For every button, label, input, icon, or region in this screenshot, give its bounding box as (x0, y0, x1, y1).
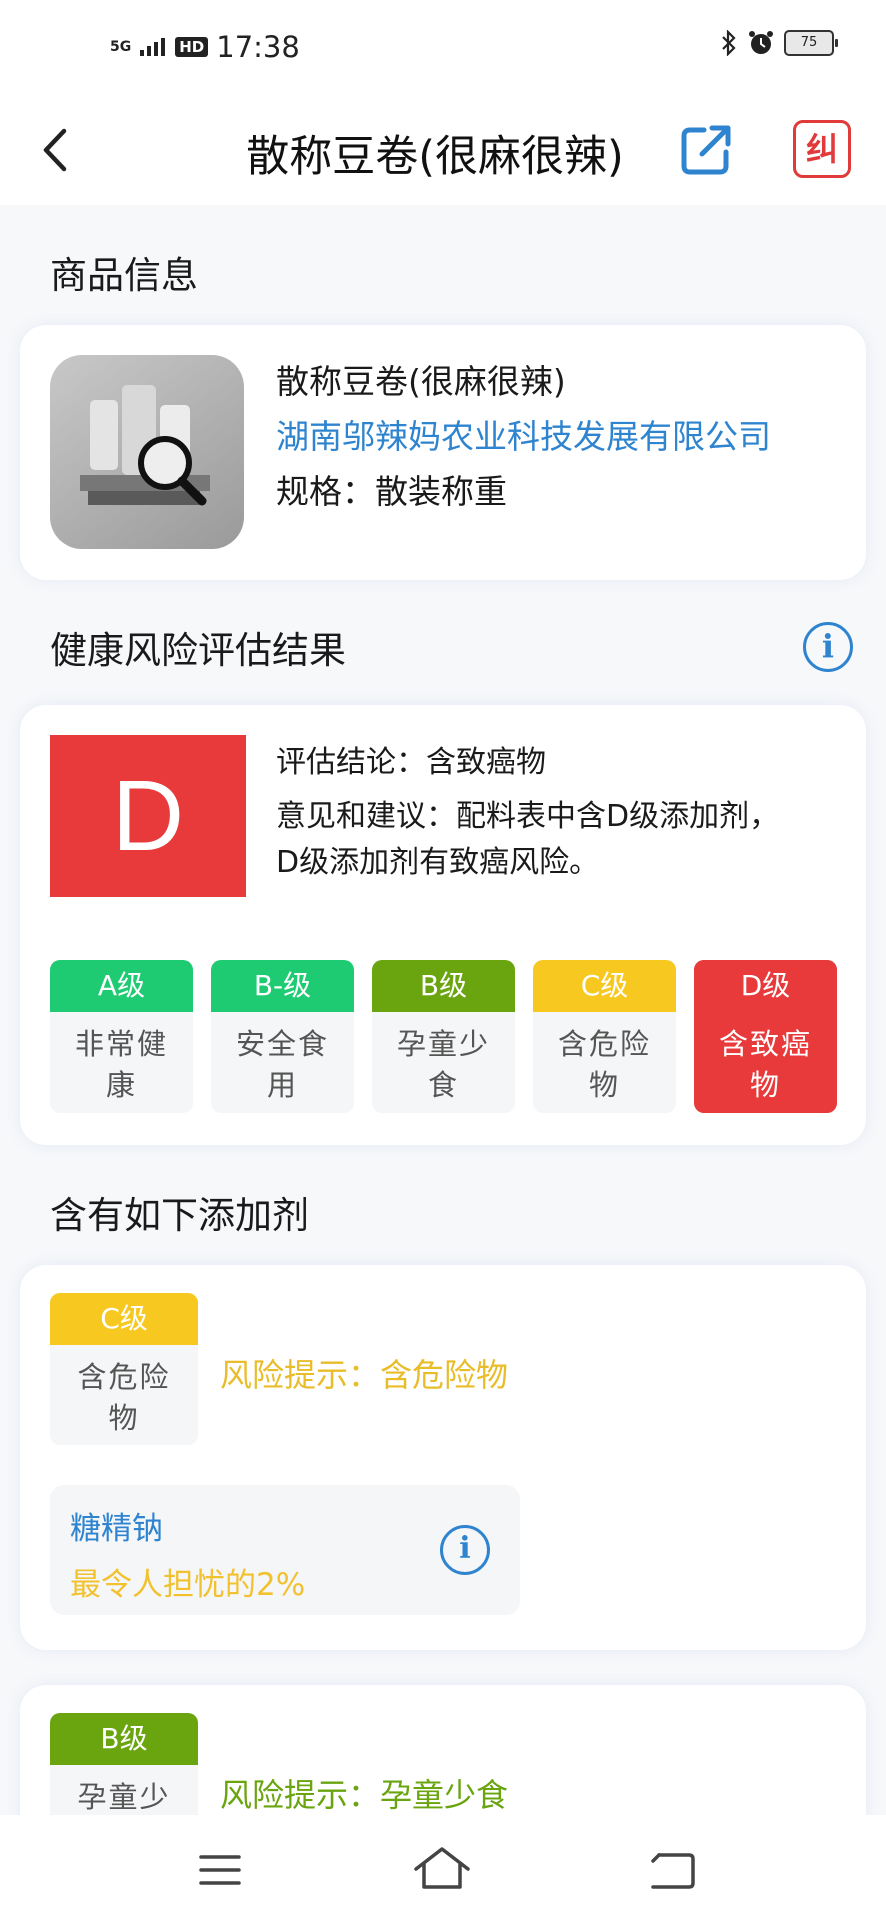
hd-badge: HD (175, 37, 209, 57)
additive-grade-desc: 孕童少 (77, 1780, 171, 1814)
signal-strength-icon (140, 38, 166, 56)
return-icon (651, 1853, 695, 1889)
status-left: 5G HD 17:38 (110, 30, 300, 64)
grade-scale-label: B级 (372, 960, 515, 1012)
grade-scale-label: B-级 (211, 960, 354, 1012)
grade-scale-desc: 含致癌物 (718, 1027, 812, 1102)
health-section-title: 健康风险评估结果 (50, 629, 346, 672)
grade-scale-item-c: C级 含危险物 (533, 960, 676, 1113)
back-button[interactable] (40, 125, 90, 180)
chevron-left-icon (43, 128, 67, 172)
info-icon[interactable]: i (440, 1525, 490, 1575)
additive-grade-label: C级 (50, 1293, 198, 1345)
additive-group-card: C级 含危险物 风险提示：含危险物 糖精钠 最令人担忧的2% i (20, 1265, 866, 1650)
alarm-icon (749, 31, 773, 54)
additive-name: 糖精钠 (70, 1511, 163, 1547)
page-title: 散称豆卷(很麻很辣) (246, 132, 624, 182)
battery-indicator: 75 (784, 30, 838, 56)
grade-scale-desc: 孕童少食 (396, 1027, 490, 1102)
grade-scale-desc: 非常健康 (74, 1027, 168, 1102)
product-placeholder-illustration (80, 385, 210, 506)
assessment-advice-line1: 意见和建议：配料表中含D级添加剂， (276, 799, 780, 834)
product-company-link[interactable]: 湖南邬辣妈农业科技发展有限公司 (276, 410, 771, 458)
additive-grade-badge: C级 含危险物 (50, 1293, 198, 1445)
share-icon (681, 125, 731, 175)
correct-button[interactable]: 纠 (793, 120, 851, 178)
grade-scale-item-b-minus: B-级 安全食用 (211, 960, 354, 1113)
health-card: D 评估结论：含致癌物 意见和建议：配料表中含D级添加剂， D级添加剂有致癌风险… (20, 705, 866, 1145)
return-button[interactable] (645, 1843, 700, 1897)
home-icon (414, 1847, 470, 1889)
product-card: 散称豆卷(很麻很辣) 湖南邬辣妈农业科技发展有限公司 规格：散装称重 (20, 325, 866, 580)
bottom-nav-bar (0, 1815, 886, 1920)
additive-grade-desc: 含危险物 (77, 1360, 171, 1435)
assessment-advice-line2: D级添加剂有致癌风险。 (276, 845, 600, 880)
bluetooth-icon (722, 30, 736, 56)
grade-scale-label: A级 (50, 960, 193, 1012)
additive-risk-text: 风险提示：孕童少食 (220, 1776, 509, 1814)
status-bar: 5G HD 17:38 75 (0, 0, 886, 100)
grade-scale-item-a: A级 非常健康 (50, 960, 193, 1113)
share-button[interactable] (676, 120, 736, 180)
status-time: 17:38 (216, 30, 300, 64)
grade-scale-desc: 安全食用 (235, 1027, 329, 1102)
product-name: 散称豆卷(很麻很辣) (276, 362, 566, 401)
additives-section-title: 含有如下添加剂 (50, 1194, 309, 1237)
grade-scale-desc: 含危险物 (557, 1027, 651, 1102)
info-icon[interactable]: i (803, 622, 853, 672)
menu-button[interactable] (195, 1845, 245, 1895)
assessment-conclusion: 评估结论：含致癌物 (276, 745, 546, 780)
product-spec: 规格：散装称重 (276, 472, 507, 511)
menu-icon (199, 1855, 241, 1885)
additive-risk-text: 风险提示：含危险物 (220, 1356, 509, 1394)
product-image (50, 355, 244, 549)
grade-scale-item-b: B级 孕童少食 (372, 960, 515, 1113)
additive-grade-label: B级 (50, 1713, 198, 1765)
additive-item[interactable]: 糖精钠 最令人担忧的2% i (50, 1485, 520, 1615)
grade-scale-label: C级 (533, 960, 676, 1012)
status-right: 75 (720, 30, 838, 56)
grade-scale-item-d: D级 含致癌物 (694, 960, 837, 1113)
grade-scale-label: D级 (694, 960, 837, 1012)
product-section-title: 商品信息 (50, 254, 198, 297)
signal-5g-label: 5G (110, 39, 132, 55)
additive-concern-percent: 最令人担忧的2% (70, 1567, 306, 1603)
grade-badge: D (50, 735, 246, 897)
home-button[interactable] (412, 1843, 472, 1897)
nav-bar: 散称豆卷(很麻很辣) 纠 (0, 100, 886, 205)
